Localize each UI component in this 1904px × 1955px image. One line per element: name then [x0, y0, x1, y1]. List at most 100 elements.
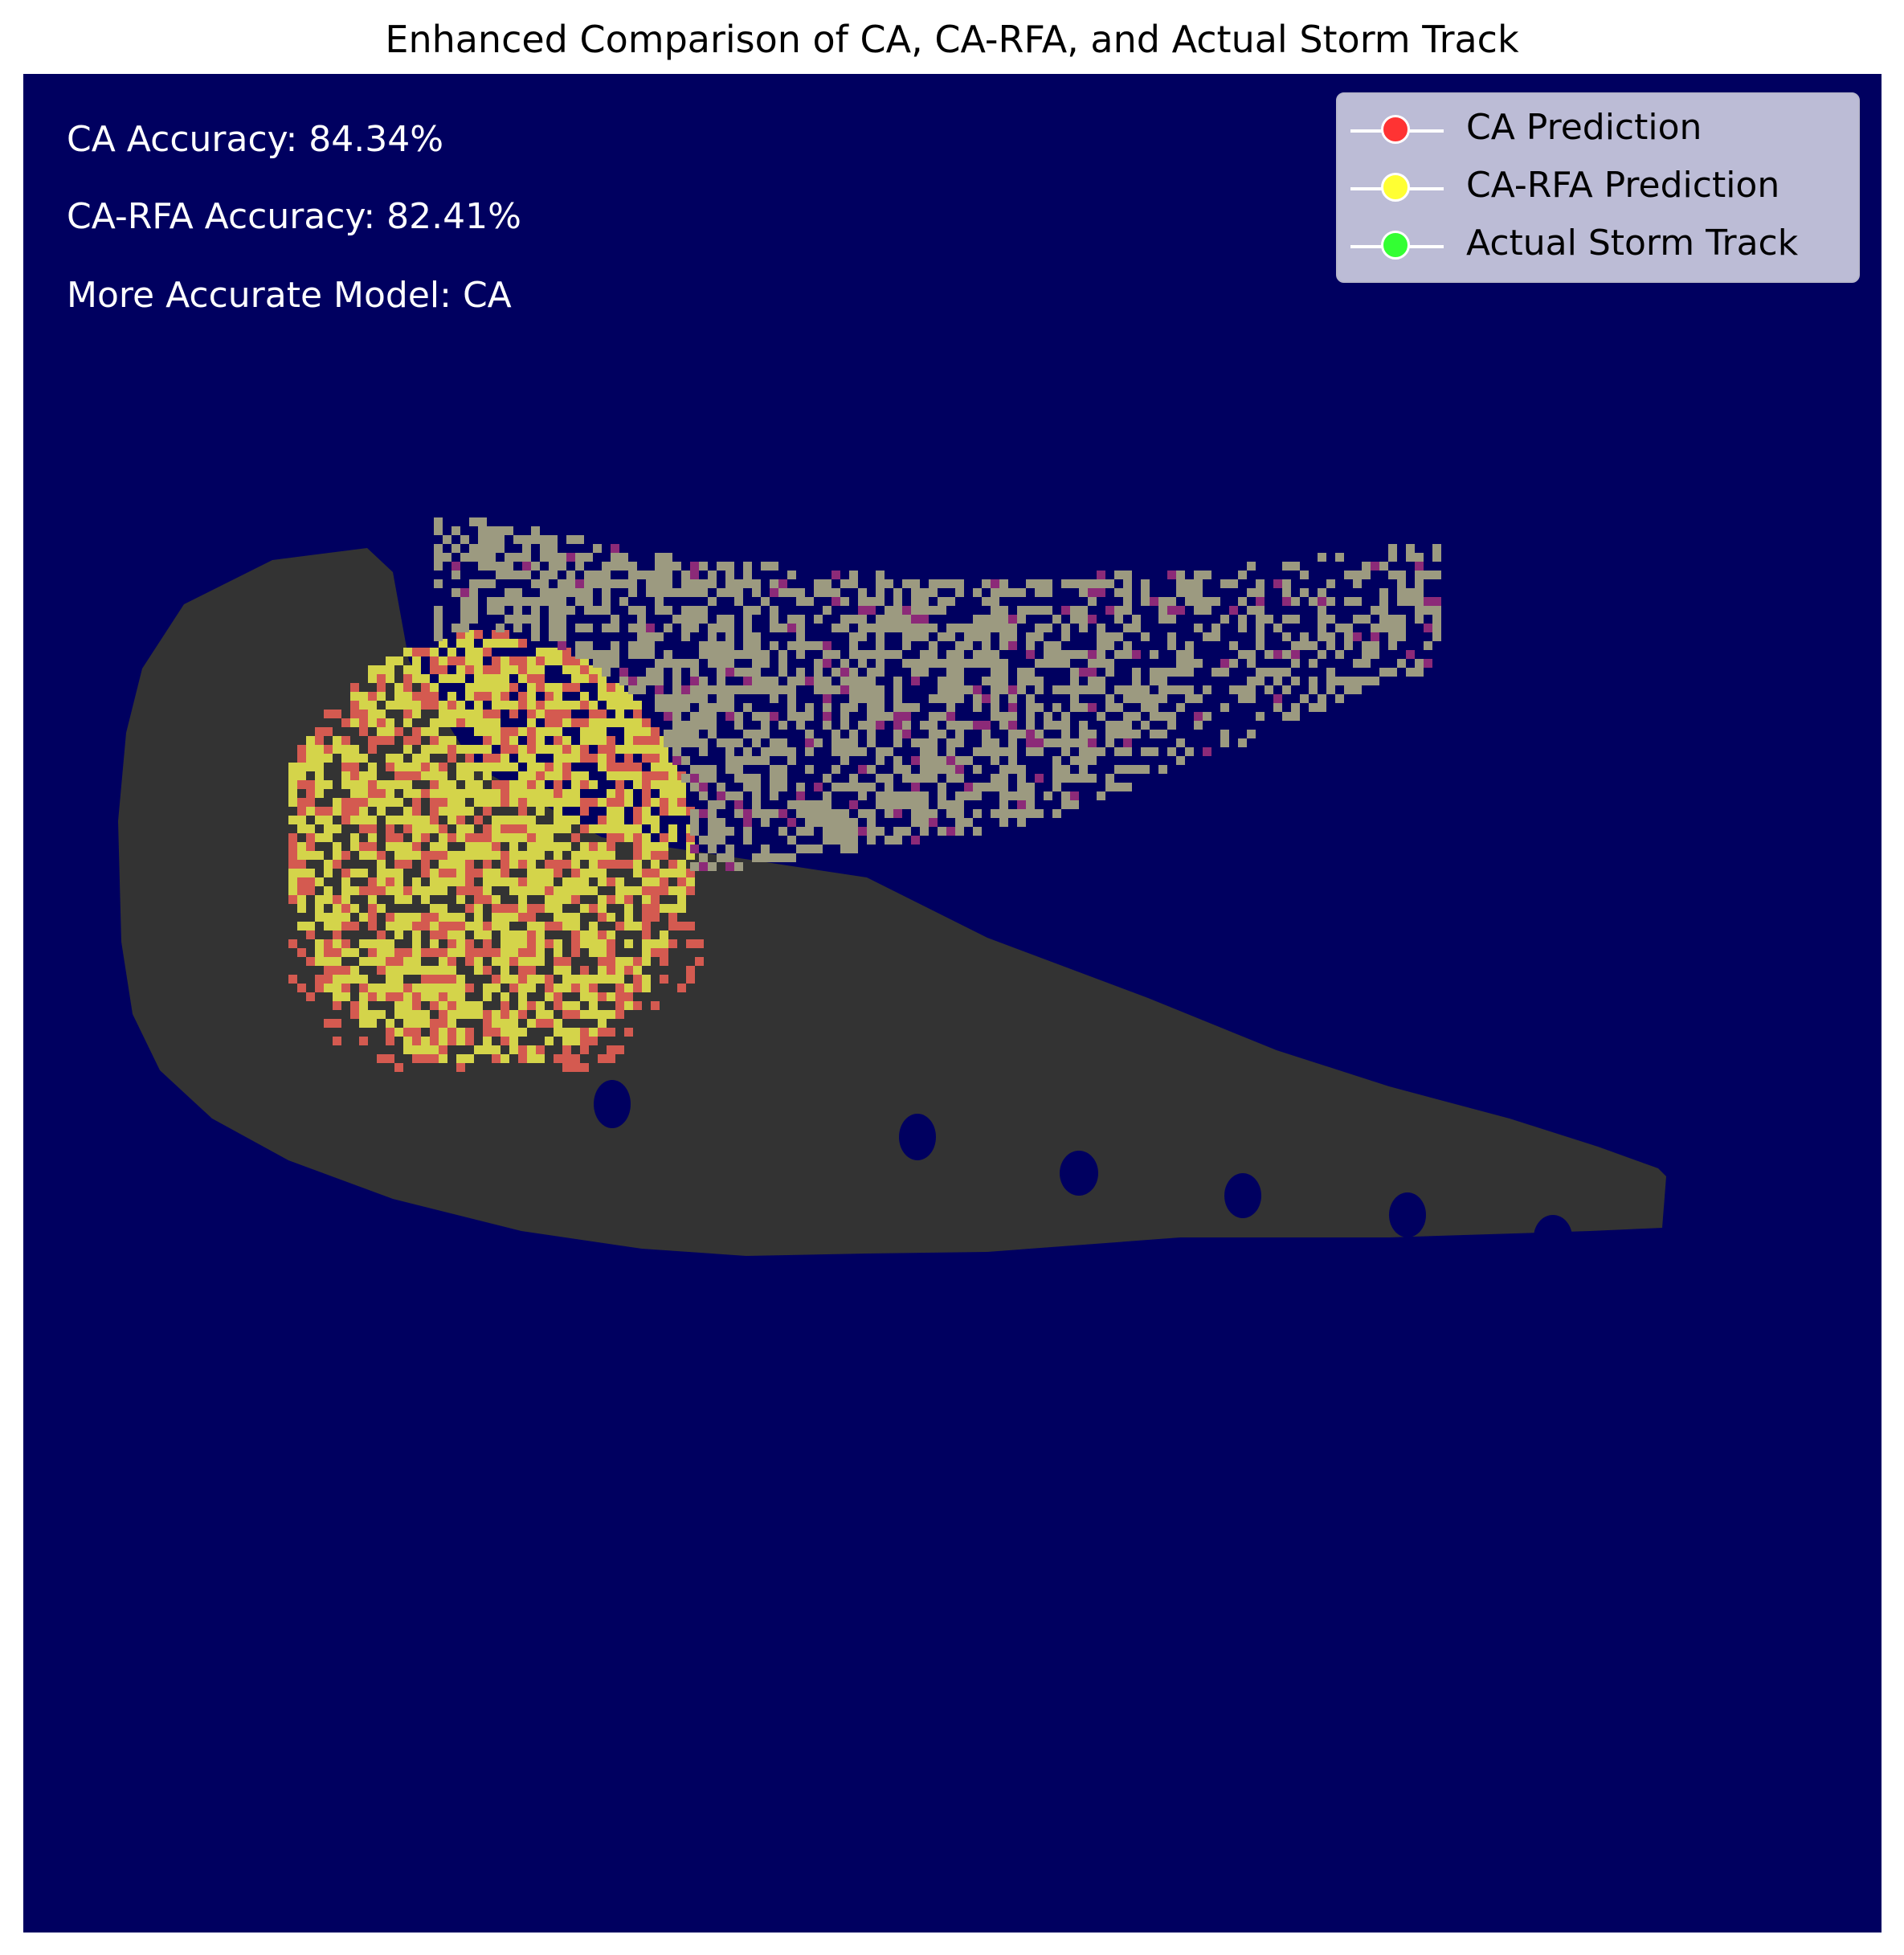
heatmap-cell: [964, 685, 973, 694]
heatmap-cell: [333, 851, 341, 860]
heatmap-cell: [805, 809, 814, 818]
heatmap-cell: [589, 930, 598, 939]
heatmap-cell: [1044, 738, 1052, 747]
heatmap-cell: [421, 692, 430, 701]
heatmap-cell: [1291, 597, 1300, 606]
heatmap-cell: [1309, 659, 1318, 668]
heatmap-cell: [902, 632, 911, 641]
heatmap-cell: [324, 710, 333, 718]
heatmap-cell: [562, 1001, 571, 1010]
heatmap-cell: [509, 727, 518, 736]
heatmap-cell: [690, 738, 699, 747]
heatmap-cell: [580, 701, 589, 710]
heatmap-cell: [412, 674, 421, 683]
heatmap-cell: [938, 579, 946, 588]
heatmap-cell: [518, 957, 527, 966]
heatmap-cell: [554, 763, 562, 771]
heatmap-cell: [840, 809, 849, 818]
heatmap-cell: [664, 571, 672, 579]
heatmap-cell: [589, 710, 598, 718]
heatmap-cell: [598, 904, 607, 913]
heatmap-cell: [1432, 615, 1441, 624]
heatmap-cell: [571, 1054, 580, 1063]
heatmap-cell: [660, 807, 668, 816]
heatmap-cell: [796, 845, 805, 853]
heatmap-cell: [1371, 677, 1379, 685]
heatmap-cell: [474, 948, 483, 957]
heatmap-cell: [584, 571, 593, 579]
heatmap-cell: [474, 1010, 483, 1019]
heatmap-cell: [483, 966, 492, 975]
heatmap-cell: [805, 818, 814, 827]
heatmap-cell: [492, 851, 501, 860]
heatmap-cell: [1141, 632, 1150, 641]
heatmap-cell: [571, 745, 580, 754]
heatmap-cell: [456, 1037, 465, 1045]
heatmap-cell: [447, 833, 456, 842]
heatmap-cell: [562, 745, 571, 754]
chart-title: Enhanced Comparison of CA, CA-RFA, and A…: [385, 18, 1519, 61]
heatmap-cell: [831, 597, 840, 606]
heatmap-cell: [1229, 659, 1238, 668]
heatmap-cell: [306, 957, 315, 966]
heatmap-cell: [624, 922, 633, 930]
heatmap-cell: [1167, 571, 1176, 579]
heatmap-cell: [501, 869, 509, 877]
heatmap-cell: [394, 975, 403, 984]
heatmap-cell: [1309, 597, 1318, 606]
heatmap-cell: [571, 718, 580, 727]
heatmap-cell: [527, 851, 536, 860]
heatmap-cell: [465, 833, 474, 842]
heatmap-cell: [333, 736, 341, 745]
heatmap-cell: [725, 862, 734, 871]
heatmap-cell: [858, 694, 867, 703]
heatmap-cell: [443, 535, 451, 544]
heatmap-cell: [593, 571, 602, 579]
heatmap-cell: [938, 694, 946, 703]
heatmap-cell: [902, 624, 911, 632]
heatmap-cell: [377, 851, 386, 860]
heatmap-cell: [1097, 624, 1105, 632]
heatmap-cell: [660, 754, 668, 763]
heatmap-cell: [885, 774, 893, 783]
heatmap-cell: [1326, 685, 1335, 694]
legend-marker-actual: [1381, 231, 1410, 260]
heatmap-cell: [725, 632, 734, 641]
heatmap-cell: [770, 809, 778, 818]
heatmap-cell: [831, 765, 840, 774]
heatmap-cell: [474, 869, 483, 877]
heatmap-cell: [536, 1010, 545, 1019]
heatmap-cell: [412, 754, 421, 763]
heatmap-cell: [580, 674, 589, 683]
heatmap-cell: [540, 553, 549, 562]
heatmap-cell: [1097, 677, 1105, 685]
heatmap-cell: [999, 685, 1008, 694]
heatmap-cell: [1353, 597, 1362, 606]
heatmap-cell: [633, 957, 642, 966]
heatmap-cell: [359, 851, 368, 860]
heatmap-cell: [973, 703, 982, 712]
heatmap-cell: [447, 1028, 456, 1037]
heatmap-cell: [1388, 544, 1397, 553]
heatmap-cell: [531, 597, 540, 606]
heatmap-cell: [929, 774, 938, 783]
heatmap-cell: [633, 745, 642, 754]
heatmap-cell: [598, 710, 607, 718]
heatmap-cell: [668, 904, 677, 913]
heatmap-cell: [849, 668, 858, 677]
heatmap-cell: [571, 984, 580, 992]
heatmap-cell: [447, 701, 456, 710]
heatmap-cell: [554, 789, 562, 798]
heatmap-cell: [1185, 694, 1194, 703]
heatmap-cell: [973, 809, 982, 818]
heatmap-cell: [368, 939, 377, 948]
heatmap-cell: [999, 800, 1008, 809]
heatmap-cell: [1291, 659, 1300, 668]
heatmap-cell: [814, 677, 823, 685]
heatmap-cell: [814, 579, 823, 588]
heatmap-cell: [536, 842, 545, 851]
heatmap-cell: [867, 783, 876, 791]
heatmap-cell: [501, 736, 509, 745]
heatmap-cell: [456, 710, 465, 718]
heatmap-cell: [377, 930, 386, 939]
